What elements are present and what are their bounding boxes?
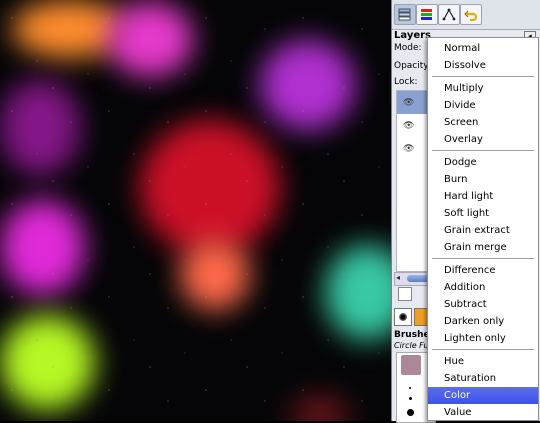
mode-item-overlay[interactable]: Overlay xyxy=(428,131,538,148)
mode-item-divide[interactable]: Divide xyxy=(428,97,538,114)
menu-separator xyxy=(432,76,534,77)
mode-item-multiply[interactable]: Multiply xyxy=(428,80,538,97)
mode-item-lighten-only[interactable]: Lighten only xyxy=(428,330,538,347)
eye-icon[interactable]: 👁 xyxy=(403,121,414,131)
menu-separator xyxy=(432,258,534,259)
mode-item-hard-light[interactable]: Hard light xyxy=(428,188,538,205)
tab-brushes[interactable] xyxy=(394,308,412,326)
mode-item-screen[interactable]: Screen xyxy=(428,114,538,131)
mode-item-burn[interactable]: Burn xyxy=(428,171,538,188)
mode-item-grain-extract[interactable]: Grain extract xyxy=(428,222,538,239)
channels-icon xyxy=(421,9,432,20)
mode-item-saturation[interactable]: Saturation xyxy=(428,370,538,387)
layers-title: Layers xyxy=(394,30,431,41)
tab-patterns[interactable] xyxy=(414,308,428,326)
eye-icon[interactable]: 👁 xyxy=(403,98,414,108)
brush-dot[interactable] xyxy=(409,387,411,389)
opacity-label: Opacity: xyxy=(394,61,431,71)
menu-separator xyxy=(432,349,534,350)
new-layer-button[interactable] xyxy=(398,287,412,301)
mode-item-hue[interactable]: Hue xyxy=(428,353,538,370)
eye-icon[interactable]: 👁 xyxy=(403,144,414,154)
lock-label: Lock: xyxy=(394,77,418,87)
tab-channels[interactable] xyxy=(416,4,438,25)
mode-item-addition[interactable]: Addition xyxy=(428,279,538,296)
mode-item-color[interactable]: Color xyxy=(428,387,538,404)
tab-paths[interactable] xyxy=(438,4,460,25)
tab-layers[interactable] xyxy=(394,4,416,25)
dock-tab-bar xyxy=(392,0,540,30)
star-noise xyxy=(0,0,391,421)
mode-label: Mode: xyxy=(394,43,422,53)
menu-separator xyxy=(432,150,534,151)
brush-icon xyxy=(399,313,407,321)
mode-item-value[interactable]: Value xyxy=(428,404,538,421)
mode-item-soft-light[interactable]: Soft light xyxy=(428,205,538,222)
brush-thumbnail[interactable] xyxy=(401,355,421,375)
mode-item-dodge[interactable]: Dodge xyxy=(428,154,538,171)
mode-item-grain-merge[interactable]: Grain merge xyxy=(428,239,538,256)
undo-icon xyxy=(464,10,478,21)
layer-mode-menu: Normal Dissolve Multiply Divide Screen Overla… xyxy=(427,37,539,421)
mode-item-subtract[interactable]: Subtract xyxy=(428,296,538,313)
brush-dot[interactable] xyxy=(409,397,412,400)
layers-icon xyxy=(398,8,411,21)
tab-undo-history[interactable] xyxy=(460,4,482,25)
mode-item-difference[interactable]: Difference xyxy=(428,262,538,279)
mode-item-normal[interactable]: Normal xyxy=(428,40,538,57)
paths-icon xyxy=(442,8,456,21)
scroll-left-icon[interactable]: ◂ xyxy=(396,273,400,282)
brush-name: Circle Fu xyxy=(394,341,429,350)
brush-dot[interactable] xyxy=(407,409,414,416)
image-canvas[interactable] xyxy=(0,0,391,421)
mode-item-dissolve[interactable]: Dissolve xyxy=(428,57,538,74)
mode-item-darken-only[interactable]: Darken only xyxy=(428,313,538,330)
